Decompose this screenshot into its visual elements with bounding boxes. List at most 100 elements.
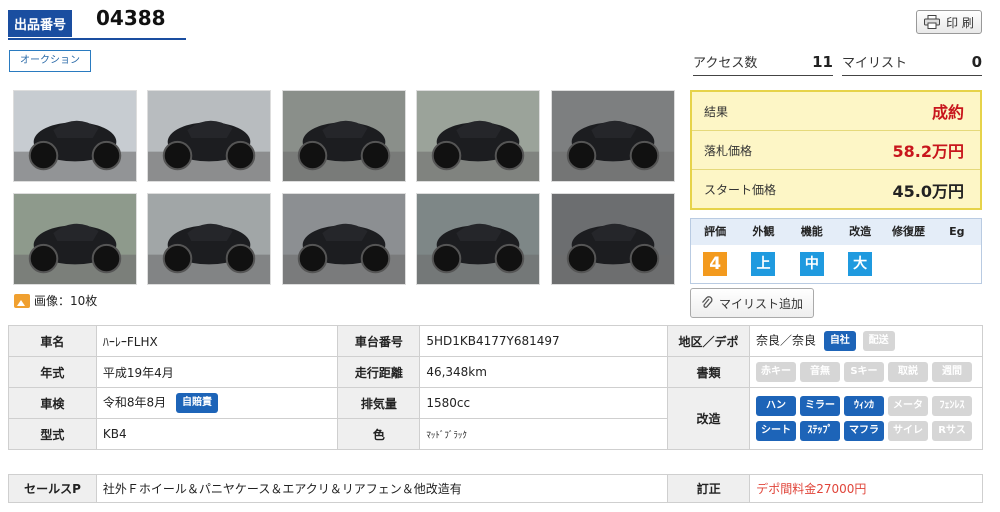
- result-row: 結果 成約: [692, 92, 980, 131]
- insurance-tag: 自賠責: [175, 393, 218, 413]
- sales-point-value: 社外Ｆホイール＆パニヤケース＆エアクリ＆リアフェン＆他改造有: [95, 474, 669, 503]
- eval-function: 中: [799, 252, 824, 276]
- evaluation-panel: 評価 外観 機能 改造 修復歴 Eg 4 上 中 大: [690, 218, 982, 284]
- docs-label: 書類: [667, 356, 750, 388]
- image-count: 画像：10枚: [14, 292, 97, 309]
- spec-table: 車名 ﾊｰﾚｰFLHX 車台番号 5HD1KB4177Y681497 地区／デポ…: [8, 325, 984, 450]
- modification-tag: メータ: [887, 396, 928, 416]
- name-label: 車名: [8, 325, 97, 357]
- color-label: 色: [337, 418, 421, 450]
- inspection-value: 令和8年8月 自賠責: [95, 387, 339, 419]
- image-count-label: 画像：10枚: [34, 294, 98, 308]
- displacement-value: 1580cc: [419, 387, 669, 419]
- eval-header-modification: 改造: [849, 225, 872, 238]
- photo-thumbnail[interactable]: [416, 90, 540, 182]
- photo-thumbnail[interactable]: [551, 193, 675, 285]
- mods-value: ハン ミラー ｳｨﾝｶ メータ ﾌｪﾝﾚｽ シート ｽﾃｯﾌﾟ マフラ サイレ Rサス: [748, 387, 984, 450]
- frame-label: 車台番号: [337, 325, 421, 357]
- doc-tag: Sキー: [843, 362, 884, 382]
- color-value: ﾏｯﾄﾞﾌﾞﾗｯｸ: [419, 418, 669, 450]
- doc-tag: 取説: [887, 362, 928, 382]
- lot-number: 04388: [96, 6, 166, 30]
- mylist-label: マイリスト: [842, 56, 908, 71]
- eval-header-score: 評価: [704, 225, 727, 238]
- mylist-value: 0: [971, 52, 982, 71]
- modification-tag: シート: [755, 421, 796, 441]
- model-value: KB4: [95, 418, 339, 450]
- eval-modification: 大: [848, 252, 873, 276]
- eval-score: 4: [703, 252, 728, 276]
- auction-badge: オークション: [9, 50, 91, 72]
- winning-price-label: 落札価格: [704, 143, 753, 158]
- region-text: 奈良／奈良: [755, 333, 816, 348]
- sales-point-label: セールスP: [8, 474, 97, 503]
- table-row: 車検 令和8年8月 自賠責 排気量 1580cc 改造 ハン ミラー ｳｨﾝｶ メータ…: [8, 387, 984, 450]
- inspection-label: 車検: [8, 387, 97, 419]
- model-label: 型式: [8, 418, 97, 450]
- photo-thumbnail[interactable]: [13, 90, 137, 182]
- add-to-mylist-label: マイリスト追加: [718, 296, 803, 311]
- mileage-value: 46,348km: [419, 356, 669, 388]
- frame-value: 5HD1KB4177Y681497: [419, 325, 669, 357]
- region-value: 奈良／奈良 自社 配送: [748, 325, 984, 357]
- eval-header-exterior: 外観: [752, 225, 775, 238]
- sales-table: セールスP 社外Ｆホイール＆パニヤケース＆エアクリ＆リアフェン＆他改造有 訂正 …: [8, 474, 983, 503]
- eval-header-engine: Eg: [949, 225, 965, 238]
- in-house-tag: 自社: [823, 331, 856, 351]
- print-button[interactable]: 印 刷: [916, 10, 982, 34]
- start-price-row: スタート価格 45.0万円: [692, 170, 980, 209]
- access-label: アクセス数: [693, 56, 758, 71]
- print-label: 印 刷: [946, 15, 974, 30]
- result-value: 成約: [931, 103, 964, 122]
- result-panel: 結果 成約 落札価格 58.2万円 スタート価格 45.0万円: [690, 90, 982, 210]
- mylist-count: マイリスト 0: [842, 48, 982, 76]
- doc-tag: 赤キー: [755, 362, 796, 382]
- modification-tag: ミラー: [799, 396, 840, 416]
- result-label: 結果: [704, 104, 729, 119]
- region-label: 地区／デポ: [667, 325, 750, 357]
- correction-value: デポ間料金27000円: [749, 474, 983, 503]
- table-row: セールスP 社外Ｆホイール＆パニヤケース＆エアクリ＆リアフェン＆他改造有 訂正 …: [8, 474, 983, 503]
- displacement-label: 排気量: [337, 387, 421, 419]
- paperclip-icon: [701, 296, 713, 308]
- doc-tag: 音無: [799, 362, 840, 382]
- winning-price-row: 落札価格 58.2万円: [692, 131, 980, 170]
- printer-icon: [924, 15, 941, 29]
- lot-header: 出品番号 04388: [8, 4, 186, 40]
- lot-number-label: 出品番号: [8, 10, 73, 37]
- year-value: 平成19年4月: [95, 356, 339, 388]
- doc-tag: 週間: [931, 362, 972, 382]
- table-row: 年式 平成19年4月 走行距離 46,348km 書類 赤キー 音無 Sキー 取…: [8, 356, 984, 388]
- photo-thumbnail[interactable]: [147, 90, 271, 182]
- modification-tag: サイレ: [887, 421, 928, 441]
- photo-thumbnail[interactable]: [147, 193, 271, 285]
- winning-price-value: 58.2万円: [892, 142, 964, 161]
- add-to-mylist-button[interactable]: マイリスト追加: [690, 288, 814, 318]
- photo-thumbnail[interactable]: [13, 193, 137, 285]
- year-label: 年式: [8, 356, 97, 388]
- eval-header-function: 機能: [800, 225, 823, 238]
- start-price-label: スタート価格: [704, 183, 777, 197]
- modification-tag: ハン: [755, 396, 796, 416]
- photo-thumbnail[interactable]: [282, 90, 406, 182]
- correction-label: 訂正: [667, 474, 751, 503]
- eval-exterior: 上: [751, 252, 776, 276]
- docs-value: 赤キー 音無 Sキー 取説 週間: [748, 356, 984, 388]
- modification-tag: ﾌｪﾝﾚｽ: [931, 396, 972, 416]
- photo-thumbnail[interactable]: [551, 90, 675, 182]
- delivery-tag: 配送: [862, 331, 895, 351]
- modification-tag: Rサス: [931, 421, 972, 441]
- modification-tag: マフラ: [843, 421, 884, 441]
- mileage-label: 走行距離: [337, 356, 421, 388]
- start-price-value: 45.0万円: [892, 181, 964, 201]
- access-count: アクセス数 11: [693, 48, 833, 76]
- photo-thumbnail[interactable]: [282, 193, 406, 285]
- modification-tag: ｳｨﾝｶ: [843, 396, 884, 416]
- table-row: 車名 ﾊｰﾚｰFLHX 車台番号 5HD1KB4177Y681497 地区／デポ…: [8, 325, 984, 357]
- inspection-text: 令和8年8月: [102, 395, 167, 410]
- mods-label: 改造: [667, 387, 750, 450]
- access-value: 11: [812, 52, 833, 71]
- image-icon: [14, 293, 30, 308]
- photo-thumbnail[interactable]: [416, 193, 540, 285]
- modification-tag: ｽﾃｯﾌﾟ: [799, 421, 840, 441]
